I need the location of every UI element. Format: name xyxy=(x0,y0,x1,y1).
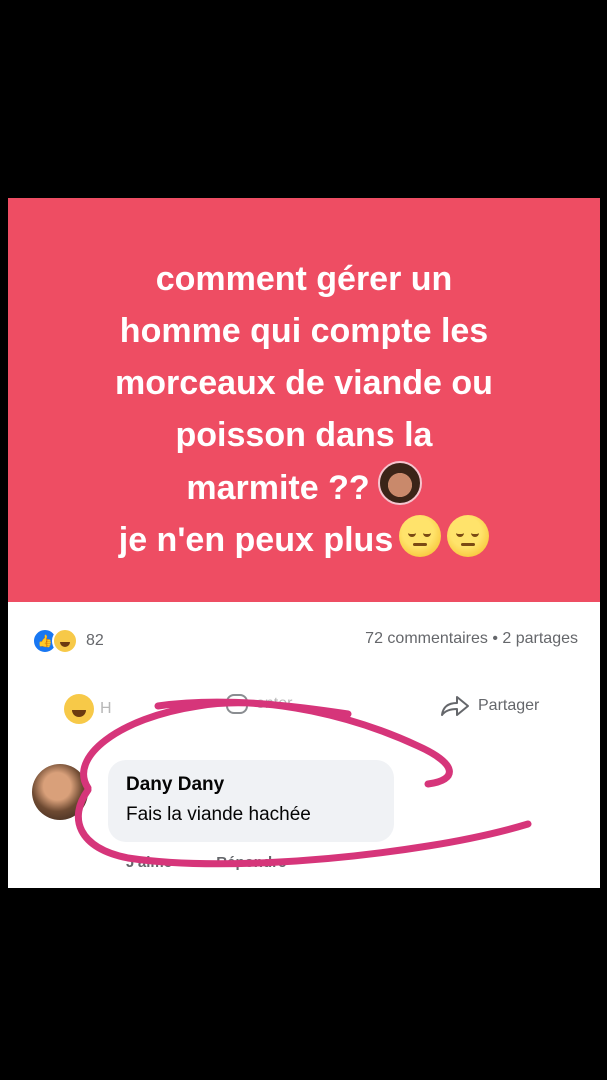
avatar[interactable] xyxy=(32,764,88,820)
banner-text: comment gérer un homme qui compte les mo… xyxy=(115,253,493,566)
haha-reaction-icon xyxy=(64,694,94,724)
reaction-count: 82 xyxy=(86,632,104,649)
banner-line: marmite ?? xyxy=(186,468,370,507)
banner-line: comment gérer un xyxy=(155,259,453,298)
reaction-summary[interactable]: 👍 82 xyxy=(32,628,104,654)
banner-line-with-emoji: marmite ?? xyxy=(115,460,493,514)
banner-line: homme qui compte les xyxy=(119,311,489,350)
comment-text: Fais la viande hachée xyxy=(126,804,311,825)
banner-line: je n'en peux plus xyxy=(118,520,394,559)
comment-bubble: Dany Dany Fais la viande hachée xyxy=(108,760,394,842)
banner-line-with-emoji: je n'en peux plus xyxy=(115,514,493,566)
comment-like-link[interactable]: J'aime xyxy=(126,854,172,871)
comment-author[interactable]: Dany Dany xyxy=(126,774,224,796)
post-actions-row: H enter Partager xyxy=(8,686,600,730)
share-button-label: Partager xyxy=(478,697,540,714)
comment-button-label: enter xyxy=(256,695,293,712)
post-text-banner: comment gérer un homme qui compte les mo… xyxy=(8,198,600,602)
share-arrow-icon xyxy=(441,696,469,716)
react-button[interactable]: H xyxy=(64,694,112,724)
woman-emoji-icon xyxy=(377,460,422,505)
share-button[interactable]: Partager xyxy=(440,694,539,718)
react-button-label: H xyxy=(100,700,112,717)
comment-button[interactable]: enter xyxy=(226,694,292,714)
unamused-face-emoji-icon xyxy=(447,514,490,557)
comment-icon xyxy=(226,694,248,714)
comments-shares-count[interactable]: 72 commentaires • 2 partages xyxy=(365,630,578,648)
haha-reaction-icon xyxy=(52,628,78,654)
comment-reply-link[interactable]: Répondre xyxy=(216,854,286,871)
facebook-post: comment gérer un homme qui compte les mo… xyxy=(8,198,600,888)
banner-line: poisson dans la xyxy=(175,415,433,454)
comment-meta: J'aime Répondre xyxy=(126,854,286,871)
comment-section: Dany Dany Fais la viande hachée J'aime R… xyxy=(8,754,600,888)
post-stats-row: 👍 82 72 commentaires • 2 partages xyxy=(8,618,600,662)
banner-line: morceaux de viande ou xyxy=(115,363,493,402)
unamused-face-emoji-icon xyxy=(399,514,442,557)
